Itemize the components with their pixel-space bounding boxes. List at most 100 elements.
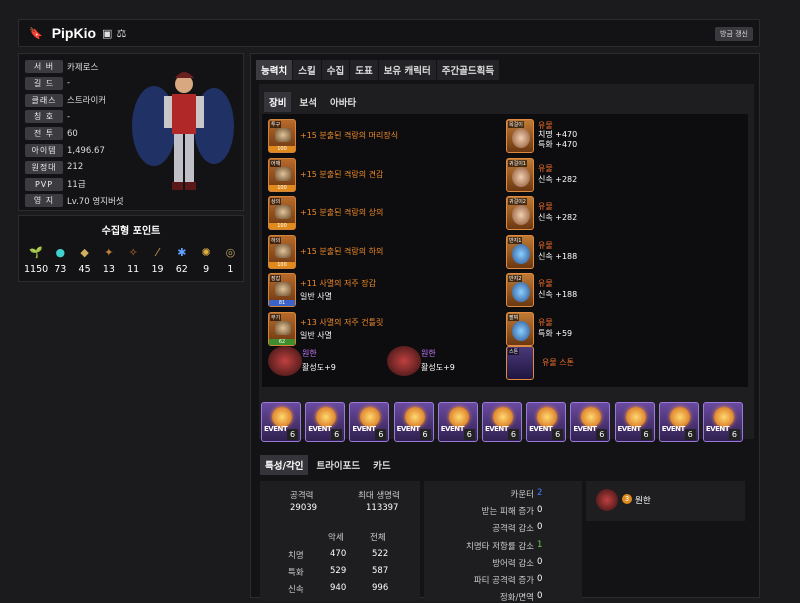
bottom-tab-0[interactable]: 특성/각인 xyxy=(260,455,309,475)
event-card[interactable]: EVENT 6 xyxy=(658,402,699,442)
collection-points-panel: 수집형 포인트 🌱 1150 ● 73 ◆ 45 ✦ 13 ✧ 11 ⁄ 19 ✱ 62 ✺ 9 ◎ 1 xyxy=(18,215,244,282)
stone-slot[interactable]: 스톤 xyxy=(506,346,534,380)
quality-bar: 100 xyxy=(269,223,295,229)
gem-level: 활성도+9 xyxy=(421,363,455,372)
event-card[interactable]: EVENT 6 xyxy=(614,402,655,442)
engraving-name: 원한 xyxy=(635,496,651,506)
subtab-1[interactable]: 보석 xyxy=(294,92,321,112)
collect-point: ✧ 11 xyxy=(121,246,145,275)
event-icon xyxy=(404,407,425,427)
bottom-tab-2[interactable]: 카드 xyxy=(368,455,395,475)
event-card[interactable]: EVENT 6 xyxy=(349,402,390,442)
slot-label: 무기 xyxy=(270,313,282,321)
event-count: 6 xyxy=(684,429,696,440)
event-card[interactable]: EVENT 6 xyxy=(481,402,522,442)
event-card[interactable]: EVENT 6 xyxy=(393,402,434,442)
info-row: 칭 호- xyxy=(25,109,70,124)
info-value: 카제로스 xyxy=(67,62,99,73)
slot-label: 상의 xyxy=(270,198,282,205)
tab-5[interactable]: 주간골드획득 xyxy=(436,60,500,80)
event-card[interactable]: EVENT 6 xyxy=(261,402,301,442)
event-card[interactable]: EVENT 6 xyxy=(437,402,478,442)
attack-value: 29039 xyxy=(290,503,318,513)
stone-name: 유물 스톤 xyxy=(542,358,574,367)
bottom-tab-1[interactable]: 트라이포드 xyxy=(311,455,365,475)
item-icon xyxy=(275,128,291,142)
tab-4[interactable]: 보유 캐릭터 xyxy=(378,60,436,80)
event-label: EVENT xyxy=(705,425,730,433)
subtab-0[interactable]: 장비 xyxy=(264,92,292,112)
equip-slot[interactable]: 상의 100 xyxy=(268,196,296,230)
collect-icon: ✱ xyxy=(177,246,187,259)
engr-name: 공격력 감소 xyxy=(492,524,534,535)
quality-bar: 100 xyxy=(269,146,295,152)
collect-value: 62 xyxy=(175,264,188,275)
engr-name: 정화/면역 xyxy=(499,593,534,603)
equip-slot[interactable]: 무기 62 xyxy=(268,311,296,346)
stat-acc: 470 xyxy=(330,549,347,559)
collect-point: ◆ 45 xyxy=(73,246,97,275)
event-card[interactable]: EVENT 6 xyxy=(305,402,346,442)
quality-bar: 100 xyxy=(269,184,295,191)
event-label: EVENT xyxy=(396,425,421,433)
gem-icon[interactable] xyxy=(387,346,421,376)
event-count: 6 xyxy=(419,429,431,440)
event-label: EVENT xyxy=(264,425,288,433)
info-label: 클래스 xyxy=(25,93,63,107)
tab-3[interactable]: 도표 xyxy=(350,60,378,80)
engr-name: 방어력 감소 xyxy=(492,558,534,569)
event-card[interactable]: EVENT 6 xyxy=(570,402,611,442)
info-row: 클래스 스트라이커 xyxy=(25,93,106,108)
accessory-slot[interactable]: 귀걸이2 xyxy=(506,196,534,230)
event-icon xyxy=(625,407,646,427)
refresh-button[interactable]: 방금 갱신 xyxy=(715,27,753,41)
slot-label: 귀걸이1 xyxy=(508,159,527,167)
equip-slot[interactable]: 어깨 100 xyxy=(268,157,296,192)
accessory-icon xyxy=(512,320,530,341)
engraving-icon xyxy=(596,489,618,511)
gem-icon[interactable] xyxy=(268,346,302,376)
equip-slot[interactable]: 장갑 81 xyxy=(268,273,296,307)
id-card-icon[interactable]: ▣ xyxy=(102,27,112,40)
accessory-slot[interactable]: 반지2 xyxy=(506,273,534,307)
bookmark-icon[interactable]: 🔖 xyxy=(29,27,43,40)
info-value: 스트라이커 xyxy=(67,96,107,107)
accessory-slot[interactable]: 목걸이 xyxy=(506,119,534,153)
item-name: +15 분출된 격랑의 하의 xyxy=(300,246,384,256)
col-total: 전체 xyxy=(370,533,386,543)
info-label: 칭 호 xyxy=(25,110,63,124)
slot-label: 장갑 xyxy=(270,275,282,282)
equip-slot[interactable]: 하의 100 xyxy=(268,234,296,269)
equipment-box: 장비 보석 아바타 투구 100 +15 분출된 격랑의 머리장식어깨 100 +15 분출… xyxy=(259,84,754,439)
event-card[interactable]: EVENT 6 xyxy=(526,402,567,442)
gem-level: 활성도+9 xyxy=(302,363,336,372)
event-label: EVENT xyxy=(352,425,376,433)
stats-box: 공격력 29039 최대 생명력 113397 악세 전체 치명 470 522 특화… xyxy=(260,481,420,601)
item-name: +15 분출된 격랑의 머리장식 xyxy=(300,131,399,140)
engr-value: 0 xyxy=(537,574,543,584)
engr-value: 1 xyxy=(537,539,543,550)
collect-value: 19 xyxy=(151,264,164,275)
accessory-slot[interactable]: 귀걸이1 xyxy=(506,157,534,192)
equip-slot[interactable]: 투구 100 xyxy=(268,119,296,153)
subtab-2[interactable]: 아바타 xyxy=(325,92,361,112)
info-label: 서 버 xyxy=(25,60,63,73)
collect-point: ● 73 xyxy=(48,246,72,275)
event-count: 6 xyxy=(287,429,298,440)
tab-2[interactable]: 수집 xyxy=(321,60,350,80)
tab-1[interactable]: 스킬 xyxy=(293,60,321,80)
quality-bar: 100 xyxy=(269,261,295,268)
event-card[interactable]: EVENT 6 xyxy=(702,402,743,442)
slot-label: 투구 xyxy=(270,121,282,128)
collect-icon: ◆ xyxy=(80,246,89,259)
accessory-grade: 유물 xyxy=(538,202,553,211)
tab-0[interactable]: 능력치 xyxy=(256,60,293,80)
character-name: PipKio xyxy=(51,25,97,41)
info-row: 영 지 Lv.70 영지버섯 xyxy=(25,193,124,208)
accessory-slot[interactable]: 팔찌 xyxy=(506,311,534,346)
scale-icon[interactable]: ⚖ xyxy=(116,27,126,40)
accessory-stat-2: 특화 +470 xyxy=(538,140,578,149)
event-icon xyxy=(537,407,558,427)
event-icon xyxy=(360,407,381,427)
accessory-slot[interactable]: 반지1 xyxy=(506,234,534,269)
